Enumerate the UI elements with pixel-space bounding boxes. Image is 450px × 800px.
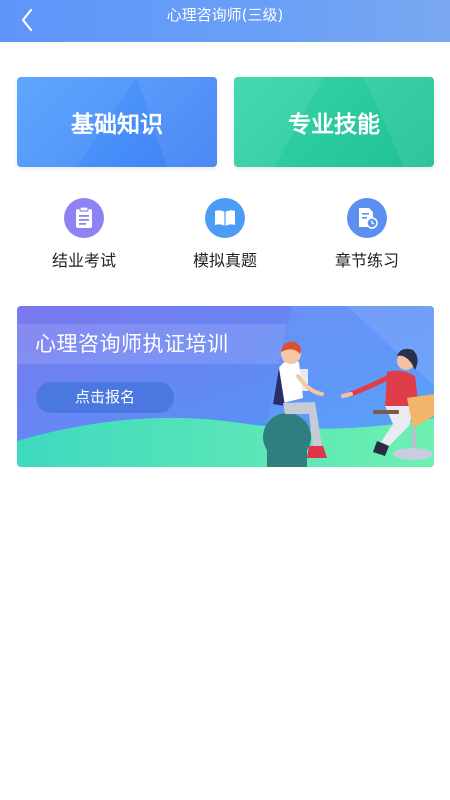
- professional-skills-card[interactable]: 专业技能: [234, 77, 434, 167]
- basic-knowledge-label: 基础知识: [71, 112, 163, 138]
- banner-title: 心理咨询师执证培训: [35, 332, 229, 356]
- chapter-practice-entry[interactable]: 章节练习: [307, 198, 427, 278]
- book-icon: [205, 198, 245, 238]
- document-clock-icon: [347, 198, 387, 238]
- professional-skills-label: 专业技能: [288, 112, 380, 138]
- training-banner[interactable]: 心理咨询师执证培训 点击报名: [17, 306, 434, 467]
- mock-exam-entry[interactable]: 模拟真题: [165, 198, 285, 278]
- top-bar: 心理咨询师(三级): [0, 0, 450, 42]
- clipboard-icon: [64, 198, 104, 238]
- final-exam-label: 结业考试: [51, 251, 116, 270]
- register-button[interactable]: 点击报名: [36, 382, 174, 413]
- chapter-practice-label: 章节练习: [334, 251, 399, 270]
- page-title: 心理咨询师(三级): [166, 6, 284, 24]
- basic-knowledge-card[interactable]: 基础知识: [17, 77, 217, 167]
- mock-exam-label: 模拟真题: [192, 251, 257, 270]
- final-exam-entry[interactable]: 结业考试: [24, 198, 144, 278]
